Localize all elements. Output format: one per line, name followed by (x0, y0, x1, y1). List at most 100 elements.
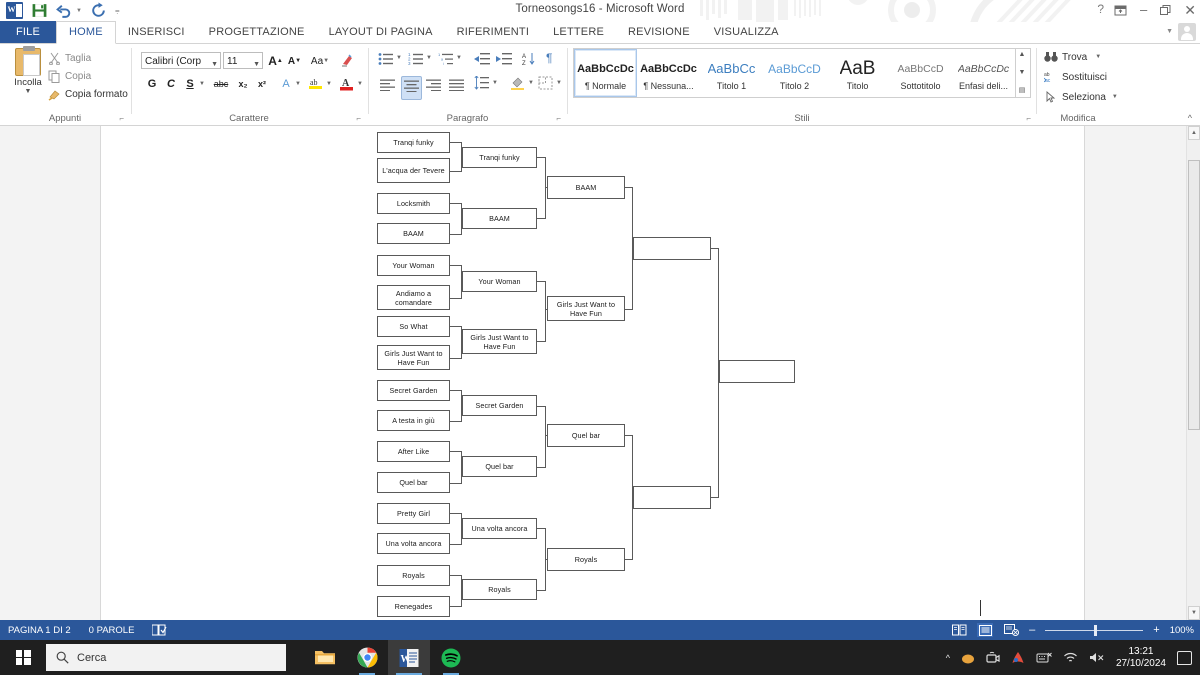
help-icon[interactable]: ? (1097, 2, 1104, 16)
more-styles-icon[interactable]: ▤ (1019, 86, 1026, 96)
bracket-box-r2-6[interactable]: Quel bar (462, 456, 537, 477)
taskbar-google-chrome[interactable] (346, 640, 388, 675)
grow-font-button[interactable]: A ▲ (267, 52, 284, 69)
line-spacing-icon[interactable] (474, 75, 489, 95)
text-effects-dropdown-icon[interactable]: ▼ (294, 79, 302, 89)
bracket-box-r3-4[interactable]: Royals (547, 548, 625, 571)
bracket-box-r1-16[interactable]: Renegades (377, 596, 450, 617)
increase-indent-icon[interactable] (496, 52, 512, 71)
scroll-up-icon[interactable]: ▲ (1019, 50, 1026, 60)
shading-icon[interactable] (510, 76, 525, 95)
find-dropdown-icon[interactable]: ▼ (1095, 54, 1101, 60)
zoom-in-button[interactable]: + (1153, 624, 1159, 636)
scroll-down-icon[interactable]: ▼ (1019, 68, 1026, 78)
tab-file[interactable]: FILE (0, 21, 57, 43)
style-titolo-2[interactable]: AaBbCcD Titolo 2 (763, 49, 826, 97)
select-button[interactable]: Seleziona ▼ (1044, 91, 1118, 103)
align-left-icon[interactable] (378, 76, 397, 98)
taskbar-microsoft-word[interactable]: W (388, 640, 430, 675)
avatar[interactable] (1178, 23, 1196, 41)
style-normale[interactable]: AaBbCcDc ¶ Normale (574, 49, 637, 97)
text-effects-button[interactable]: A (279, 76, 293, 91)
shading-dropdown-icon[interactable]: ▼ (528, 80, 534, 86)
taskbar-file-explorer[interactable] (304, 640, 346, 675)
account-dropdown-icon[interactable]: ▼ (1166, 28, 1173, 35)
highlight-button[interactable]: ab (307, 75, 325, 92)
start-button[interactable] (0, 640, 46, 675)
collapse-ribbon-icon[interactable]: ^ (1188, 113, 1192, 123)
bracket-box-r1-3[interactable]: Locksmith (377, 193, 450, 214)
bracket-box-r1-5[interactable]: Your Woman (377, 255, 450, 276)
italic-button[interactable]: C (164, 76, 178, 91)
copy-button[interactable]: Copia (48, 70, 91, 83)
document-area[interactable]: Tranqi funky L'acqua der Tevere Locksmit… (0, 126, 1186, 620)
highlight-dropdown-icon[interactable]: ▼ (325, 79, 333, 89)
zoom-slider[interactable] (1045, 624, 1144, 636)
bracket-box-r1-8[interactable]: Girls Just Want to Have Fun (377, 345, 450, 370)
bracket-box-r2-3[interactable]: Your Woman (462, 271, 537, 292)
bullet-list-dropdown-icon[interactable]: ▼ (396, 55, 402, 61)
format-painter-button[interactable]: Copia formato (48, 88, 128, 101)
style-titolo[interactable]: AaB Titolo (826, 49, 889, 97)
tab-inserisci[interactable]: INSERISCI (116, 22, 197, 43)
web-layout-icon[interactable] (1003, 623, 1019, 637)
borders-icon[interactable] (538, 76, 553, 95)
style-enfasi-delicata[interactable]: AaBbCcDc Enfasi deli... (952, 49, 1015, 97)
bracket-box-r2-4[interactable]: Girls Just Want to Have Fun (462, 329, 537, 354)
bullet-list-icon[interactable] (378, 52, 394, 71)
scroll-up-icon[interactable]: ▲ (1188, 126, 1200, 140)
bracket-box-r1-2[interactable]: L'acqua der Tevere (377, 158, 450, 183)
bracket-box-r2-1[interactable]: Tranqi funky (462, 147, 537, 168)
bracket-box-r4-2[interactable] (633, 486, 711, 509)
show-formatting-marks-icon[interactable]: ¶ (546, 51, 552, 65)
print-layout-icon[interactable] (977, 623, 994, 637)
font-size-dropdown-icon[interactable]: ▼ (253, 57, 260, 72)
bracket-box-r1-12[interactable]: Quel bar (377, 472, 450, 493)
restore-icon[interactable] (1160, 4, 1171, 16)
bracket-box-r4-1[interactable] (633, 237, 711, 260)
align-center-icon[interactable] (401, 76, 422, 100)
find-button[interactable]: Trova ▼ (1044, 51, 1101, 63)
line-spacing-dropdown-icon[interactable]: ▼ (492, 80, 498, 86)
bracket-box-final[interactable] (719, 360, 795, 383)
bold-button[interactable]: G (145, 76, 159, 91)
bracket-box-r2-2[interactable]: BAAM (462, 208, 537, 229)
clear-formatting-icon[interactable] (338, 52, 356, 69)
action-center-icon[interactable] (1177, 650, 1192, 665)
scrollbar-thumb[interactable] (1188, 160, 1200, 430)
paste-button[interactable]: Incolla ▼ (8, 46, 48, 95)
cut-button[interactable]: Taglia (48, 52, 91, 65)
zoom-out-button[interactable]: – (1029, 624, 1035, 636)
style-titolo-1[interactable]: AaBbCс Titolo 1 (700, 49, 763, 97)
tray-adobe-icon[interactable] (1011, 651, 1025, 665)
tab-revisione[interactable]: REVISIONE (616, 22, 702, 43)
wifi-icon[interactable] (1063, 651, 1078, 664)
strikethrough-button[interactable]: abc (211, 77, 231, 91)
show-hidden-icons-icon[interactable]: ^ (946, 653, 950, 663)
proofing-icon[interactable] (152, 624, 167, 636)
bracket-box-r1-15[interactable]: Royals (377, 565, 450, 586)
font-color-dropdown-icon[interactable]: ▼ (356, 79, 364, 89)
font-color-button[interactable]: A (338, 75, 356, 92)
vertical-scrollbar[interactable]: ▲ ▼ (1186, 126, 1200, 620)
zoom-level[interactable]: 100% (1170, 625, 1194, 636)
tab-progettazione[interactable]: PROGETTAZIONE (197, 22, 317, 43)
tray-camera-icon[interactable] (986, 651, 1000, 665)
bracket-box-r1-4[interactable]: BAAM (377, 223, 450, 244)
bracket-box-r1-9[interactable]: Secret Garden (377, 380, 450, 401)
stili-dialog-launcher[interactable]: ⌐ (1026, 114, 1031, 123)
align-right-icon[interactable] (424, 76, 443, 98)
bracket-box-r1-7[interactable]: So What (377, 316, 450, 337)
paste-dropdown-icon[interactable]: ▼ (8, 88, 48, 95)
borders-dropdown-icon[interactable]: ▼ (556, 80, 562, 86)
sort-icon[interactable]: AZ (522, 52, 536, 71)
numbered-list-dropdown-icon[interactable]: ▼ (426, 55, 432, 61)
replace-button[interactable]: ab ac Sostituisci (1044, 71, 1107, 83)
appunti-dialog-launcher[interactable]: ⌐ (119, 114, 124, 123)
search-input[interactable]: Cerca (46, 644, 286, 671)
underline-dropdown-icon[interactable]: ▼ (198, 79, 206, 89)
tray-orange-icon[interactable] (961, 651, 975, 665)
carattere-dialog-launcher[interactable]: ⌐ (356, 114, 361, 123)
bracket-box-r2-7[interactable]: Una volta ancora (462, 518, 537, 539)
multilevel-list-icon[interactable]: 1 a i (438, 52, 454, 71)
